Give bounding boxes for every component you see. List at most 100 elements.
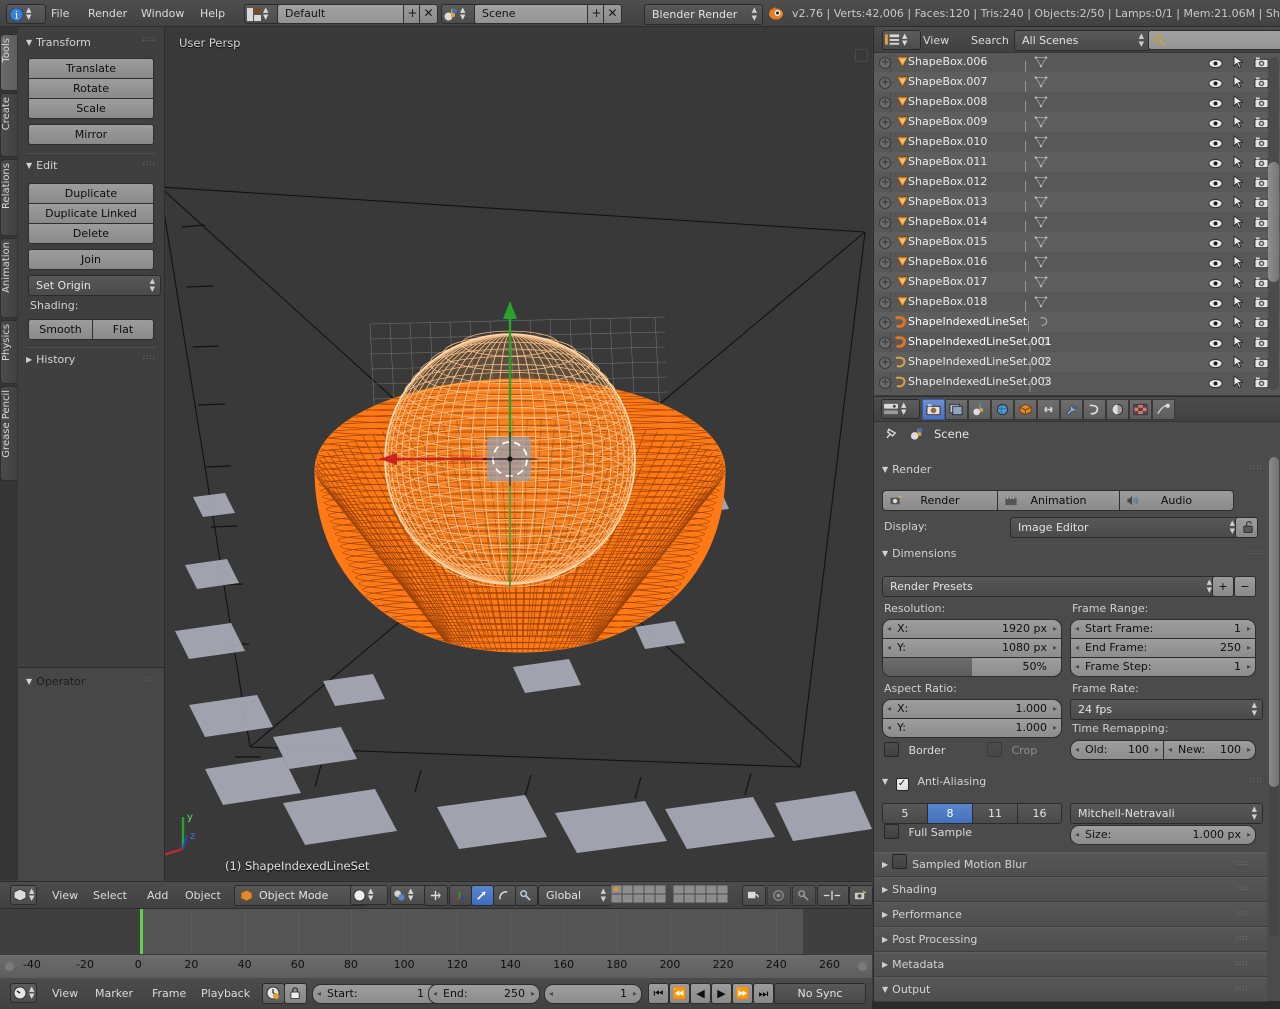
expand-plus-icon[interactable]: [879, 173, 891, 193]
spinner-icon[interactable]: ▲ ▼: [901, 402, 906, 416]
outliner-scrollbar[interactable]: [1268, 57, 1279, 390]
rotate-button[interactable]: Rotate: [28, 78, 154, 99]
outliner-row-label[interactable]: ShapeBox.007: [908, 72, 987, 92]
scene-name-field[interactable]: Scene: [474, 4, 595, 24]
scene-datablock-icon[interactable]: ▲ ▼: [441, 4, 478, 24]
eye-icon[interactable]: [1208, 376, 1223, 395]
panel-grip[interactable]: ::::: [1236, 960, 1249, 967]
panel-grip-antialiasing[interactable]: ::::: [1250, 777, 1263, 784]
display-mode-dropdown[interactable]: Image Editor ▲ ▼: [1010, 517, 1241, 538]
full-sample-checkbox[interactable]: Full Sample: [884, 824, 972, 841]
outliner-row-label[interactable]: ShapeBox.012: [908, 172, 987, 192]
viewport-menu-add[interactable]: Add: [147, 889, 168, 902]
join-button[interactable]: Join: [28, 249, 154, 270]
resolution-y-field[interactable]: Y: 1080 px: [882, 638, 1062, 658]
outliner-row-label[interactable]: ShapeBox.018: [908, 292, 987, 312]
panel-grip[interactable]: ::::: [1236, 860, 1249, 867]
viewport-menu-view[interactable]: View: [52, 889, 78, 902]
duplicate-linked-button[interactable]: Duplicate Linked: [28, 203, 154, 224]
snap-magnet-icon[interactable]: [515, 885, 538, 906]
panel-grip[interactable]: ::::: [1236, 985, 1249, 992]
toolshelf-expand-arrow[interactable]: [855, 49, 868, 62]
outliner-row[interactable]: ShapeBox.010|: [874, 132, 1280, 153]
panel-grip-transform[interactable]: ::::: [143, 36, 156, 43]
outliner-row-label[interactable]: ShapeBox.013: [908, 192, 987, 212]
panel-grip-dimensions[interactable]: ::::: [1250, 549, 1263, 556]
prev-keyframe-icon[interactable]: ⏪: [669, 983, 690, 1004]
menu-render[interactable]: Render: [88, 7, 127, 20]
sync-mode-dropdown[interactable]: No Sync: [774, 983, 866, 1004]
panel-header-edit[interactable]: ▼ Edit: [26, 155, 57, 175]
proportional-edit-icon[interactable]: [767, 885, 791, 906]
expand-plus-icon[interactable]: [879, 253, 891, 273]
panel-grip[interactable]: ::::: [1236, 885, 1249, 892]
cursor-arrow-icon[interactable]: [1233, 375, 1245, 395]
timeline-grid[interactable]: [0, 909, 872, 954]
viewport-menu-select[interactable]: Select: [93, 889, 127, 902]
screen-layout-icon[interactable]: ▲ ▼: [244, 4, 281, 24]
panel-header-dimensions[interactable]: ▼ Dimensions: [882, 543, 956, 563]
outliner-row[interactable]: ShapeBox.017|: [874, 272, 1280, 293]
menu-file[interactable]: File: [51, 7, 69, 20]
editor-type-3dview-icon[interactable]: ▲ ▼: [10, 885, 38, 905]
object-tab[interactable]: [1014, 399, 1037, 420]
data-tab[interactable]: [1083, 399, 1106, 420]
aa-samples-16-button[interactable]: 16: [1017, 803, 1062, 824]
lock-icon[interactable]: [284, 983, 307, 1004]
transform-orientation-dropdown[interactable]: Global ▲ ▼: [538, 885, 612, 906]
panel-header-shading[interactable]: ▶ Shading::::: [874, 877, 1267, 902]
expand-plus-icon[interactable]: [879, 313, 891, 333]
viewport-shading-icon[interactable]: ▲ ▼: [350, 885, 388, 905]
timeline-playhead[interactable]: [139, 909, 143, 954]
delete-scene-button[interactable]: ✕: [603, 4, 622, 24]
spinner-icon[interactable]: ▲ ▼: [460, 7, 465, 21]
menu-help[interactable]: Help: [200, 7, 225, 20]
expand-plus-icon[interactable]: [879, 353, 891, 373]
mesh-symmetry-icon[interactable]: [817, 885, 849, 906]
editor-type-properties-icon[interactable]: ▲ ▼: [881, 399, 920, 419]
spinner-icon[interactable]: ▲ ▼: [368, 888, 373, 902]
properties-scrollbar[interactable]: [1269, 457, 1279, 937]
panel-grip-history[interactable]: ::::: [143, 354, 156, 361]
modifiers-tab[interactable]: [1060, 399, 1083, 420]
timeline-menu-frame[interactable]: Frame: [152, 987, 186, 1000]
scene-tab[interactable]: [968, 399, 991, 420]
outliner-menu-view[interactable]: View: [923, 34, 949, 47]
panel-header-metadata[interactable]: ▶ Metadata::::: [874, 952, 1267, 977]
outliner-row[interactable]: ShapeBox.007|: [874, 72, 1280, 93]
aa-samples-11-button[interactable]: 11: [972, 803, 1018, 824]
delete-layout-button[interactable]: ✕: [419, 4, 438, 24]
ruler-scroll-left-handle[interactable]: [5, 962, 14, 971]
time-remap-new-field[interactable]: New: 100: [1163, 740, 1256, 760]
outliner-row-label[interactable]: ShapeBox.014: [908, 212, 987, 232]
editor-type-info-icon[interactable]: i ▲ ▼: [6, 4, 46, 24]
render-preview-camera-icon[interactable]: [849, 885, 873, 906]
display-lock-button[interactable]: [1235, 517, 1258, 538]
render-presets-dropdown[interactable]: Render Presets ▲ ▼: [882, 576, 1218, 597]
panel-header-operator[interactable]: ▼ Operator: [26, 671, 85, 691]
outliner-row-label[interactable]: ShapeBox.015: [908, 232, 987, 252]
jump-to-end-icon[interactable]: ⏭: [753, 983, 774, 1004]
lock-object-modes-icon[interactable]: [742, 885, 766, 906]
world-tab[interactable]: [991, 399, 1014, 420]
outliner-row[interactable]: ShapeBox.013|: [874, 192, 1280, 213]
panel-grip-edit[interactable]: ::::: [143, 160, 156, 167]
toolshelf-tab-tools[interactable]: Tools: [0, 34, 17, 91]
outliner-row-label[interactable]: ShapeBox.011: [908, 152, 987, 172]
aa-samples-8-button[interactable]: 8: [927, 803, 973, 824]
resolution-percent-slider[interactable]: 50%: [882, 657, 1062, 677]
render-button[interactable]: Render: [882, 490, 998, 511]
aspect-x-field[interactable]: X: 1.000: [882, 699, 1062, 719]
duplicate-button[interactable]: Duplicate: [28, 183, 154, 204]
manipulator-toggle-icon[interactable]: [424, 885, 448, 906]
expand-plus-icon[interactable]: [879, 373, 891, 393]
render-engine-dropdown[interactable]: Blender Render ▲ ▼: [644, 4, 763, 25]
snap-element-icon[interactable]: [792, 885, 816, 906]
delete-button[interactable]: Delete: [28, 223, 154, 244]
render-layers-tab[interactable]: [945, 399, 968, 420]
viewport-menu-object[interactable]: Object: [185, 889, 221, 902]
aspect-y-field[interactable]: Y: 1.000: [882, 718, 1062, 738]
checkbox-icon[interactable]: [892, 854, 908, 869]
expand-plus-icon[interactable]: [879, 333, 891, 353]
start-frame-field[interactable]: Start: 1: [312, 984, 439, 1004]
